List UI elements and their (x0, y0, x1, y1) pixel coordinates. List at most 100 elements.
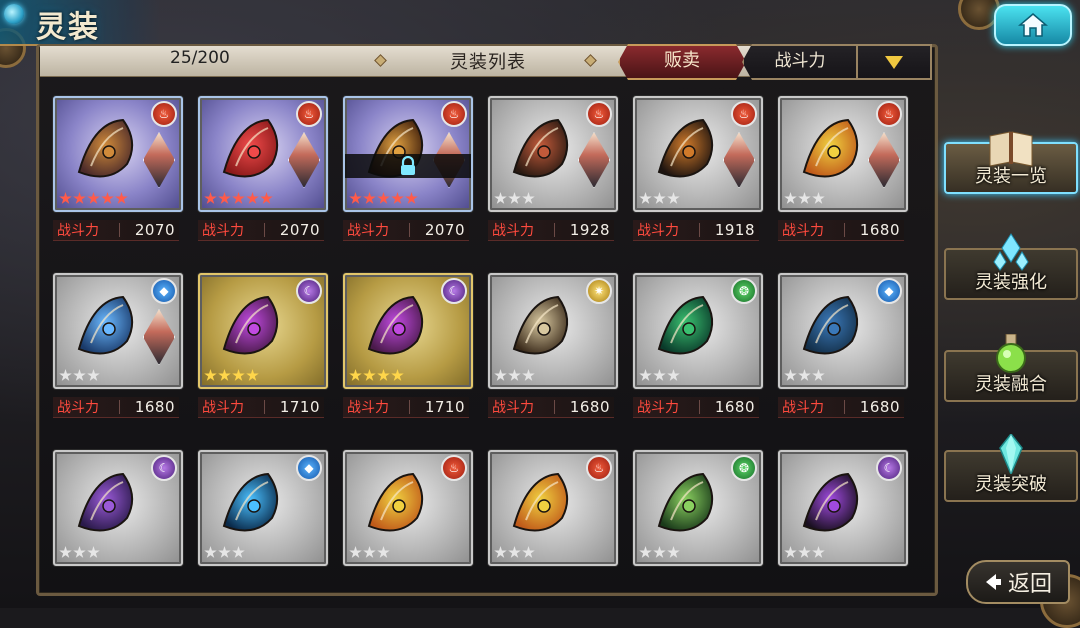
star-icon (522, 192, 535, 204)
equipment-art-icon (657, 472, 714, 532)
equipment-art-icon (802, 118, 859, 178)
power-label: 战斗力 (637, 400, 679, 416)
star-icon (246, 369, 259, 381)
power-label: 战斗力 (202, 223, 244, 239)
title-orb-icon (4, 4, 24, 24)
star-icon (73, 192, 86, 204)
star-icon (232, 546, 245, 558)
power-value: 1680 (714, 398, 755, 416)
star-icon (87, 546, 100, 558)
home-button[interactable] (994, 4, 1072, 46)
dark-element-icon: ☾ (441, 278, 467, 304)
fire-element-icon: ♨ (151, 101, 177, 127)
star-icon (391, 369, 404, 381)
equipment-card[interactable]: ◆ (53, 273, 183, 389)
equipment-card[interactable]: ◆ (198, 450, 328, 566)
star-icon (494, 546, 507, 558)
side-menu-fuse[interactable]: 灵装融合 (944, 334, 1078, 402)
sell-button[interactable]: 贩卖 (618, 44, 746, 80)
star-icon (798, 192, 811, 204)
star-icon (363, 546, 376, 558)
side-menu-label: 灵装突破 (975, 474, 1047, 495)
power-value: 1680 (134, 398, 175, 416)
star-icon (784, 546, 797, 558)
item-count: 25/200 (170, 48, 230, 68)
star-icon (377, 369, 390, 381)
star-icon (639, 192, 652, 204)
star-icon (204, 546, 217, 558)
equipment-card[interactable]: ✷ (488, 273, 618, 389)
equipment-card[interactable]: ♨ (198, 96, 328, 212)
rarity-stars (784, 546, 825, 560)
star-icon (812, 369, 825, 381)
star-icon (653, 546, 666, 558)
star-icon (218, 546, 231, 558)
star-icon (73, 546, 86, 558)
side-menu-enhance[interactable]: 灵装强化 (944, 233, 1078, 300)
star-icon (73, 369, 86, 381)
star-icon (204, 369, 217, 381)
star-icon (784, 369, 797, 381)
equipment-card[interactable]: ♨ (343, 450, 473, 566)
equipment-card[interactable]: ☾ (198, 273, 328, 389)
star-icon (115, 192, 128, 204)
gem-icon (999, 434, 1023, 474)
star-icon (639, 546, 652, 558)
equipment-card[interactable]: ♨ (488, 96, 618, 212)
power-row: 战斗力 1918 (633, 220, 759, 241)
side-menu-list[interactable]: 灵装一览 (944, 131, 1078, 194)
rarity-stars (59, 192, 128, 206)
power-value: 1680 (859, 221, 900, 239)
power-value: 1928 (569, 221, 610, 239)
equipment-card[interactable]: ♨ (53, 96, 183, 212)
side-menu-label: 灵装融合 (975, 374, 1047, 395)
equipment-card[interactable]: ❂ (633, 450, 763, 566)
power-label: 战斗力 (57, 223, 99, 239)
side-menu-breakthrough[interactable]: 灵装突破 (944, 434, 1078, 502)
page-title: 灵装 (36, 10, 100, 45)
fire-element-icon: ♨ (731, 101, 757, 127)
water-element-icon: ◆ (876, 278, 902, 304)
star-icon (522, 546, 535, 558)
equipment-card[interactable]: ♨ (633, 96, 763, 212)
sort-select[interactable]: 战斗力 (742, 44, 858, 80)
lock-overlay (345, 154, 471, 178)
star-icon (349, 546, 362, 558)
star-icon (363, 369, 376, 381)
equipment-card[interactable]: ♨ (343, 96, 473, 212)
equipment-card[interactable]: ☾ (778, 450, 908, 566)
power-row: 战斗力 1710 (343, 397, 469, 418)
equipment-card[interactable]: ☾ (343, 273, 473, 389)
dark-element-icon: ☾ (296, 278, 322, 304)
equipment-card[interactable]: ♨ (488, 450, 618, 566)
equipment-card[interactable]: ❂ (633, 273, 763, 389)
equipment-art-icon (77, 295, 134, 355)
star-icon (653, 369, 666, 381)
star-icon (101, 192, 114, 204)
dark-element-icon: ☾ (876, 455, 902, 481)
equipment-art-icon (657, 295, 714, 355)
star-icon (391, 192, 404, 204)
power-value: 1710 (424, 398, 465, 416)
star-icon (377, 192, 390, 204)
star-icon (87, 369, 100, 381)
sort-order-button[interactable] (856, 44, 932, 80)
power-row: 战斗力 1680 (53, 397, 179, 418)
power-row: 战斗力 1680 (633, 397, 759, 418)
equipment-card[interactable]: ☾ (53, 450, 183, 566)
rarity-stars (639, 192, 680, 206)
star-icon (87, 192, 100, 204)
star-icon (204, 192, 217, 204)
rarity-stars (639, 369, 680, 383)
equipment-card[interactable]: ♨ (778, 96, 908, 212)
star-icon (653, 192, 666, 204)
crystal-icon (993, 233, 1029, 271)
equipment-card[interactable]: ◆ (778, 273, 908, 389)
equipment-art-icon (657, 118, 714, 178)
wind-element-icon: ❂ (731, 455, 757, 481)
arrow-left-icon (985, 574, 1001, 590)
power-label: 战斗力 (347, 223, 389, 239)
equipment-art-icon (222, 295, 279, 355)
back-button[interactable]: 返回 (966, 560, 1070, 604)
rarity-stars (639, 546, 680, 560)
